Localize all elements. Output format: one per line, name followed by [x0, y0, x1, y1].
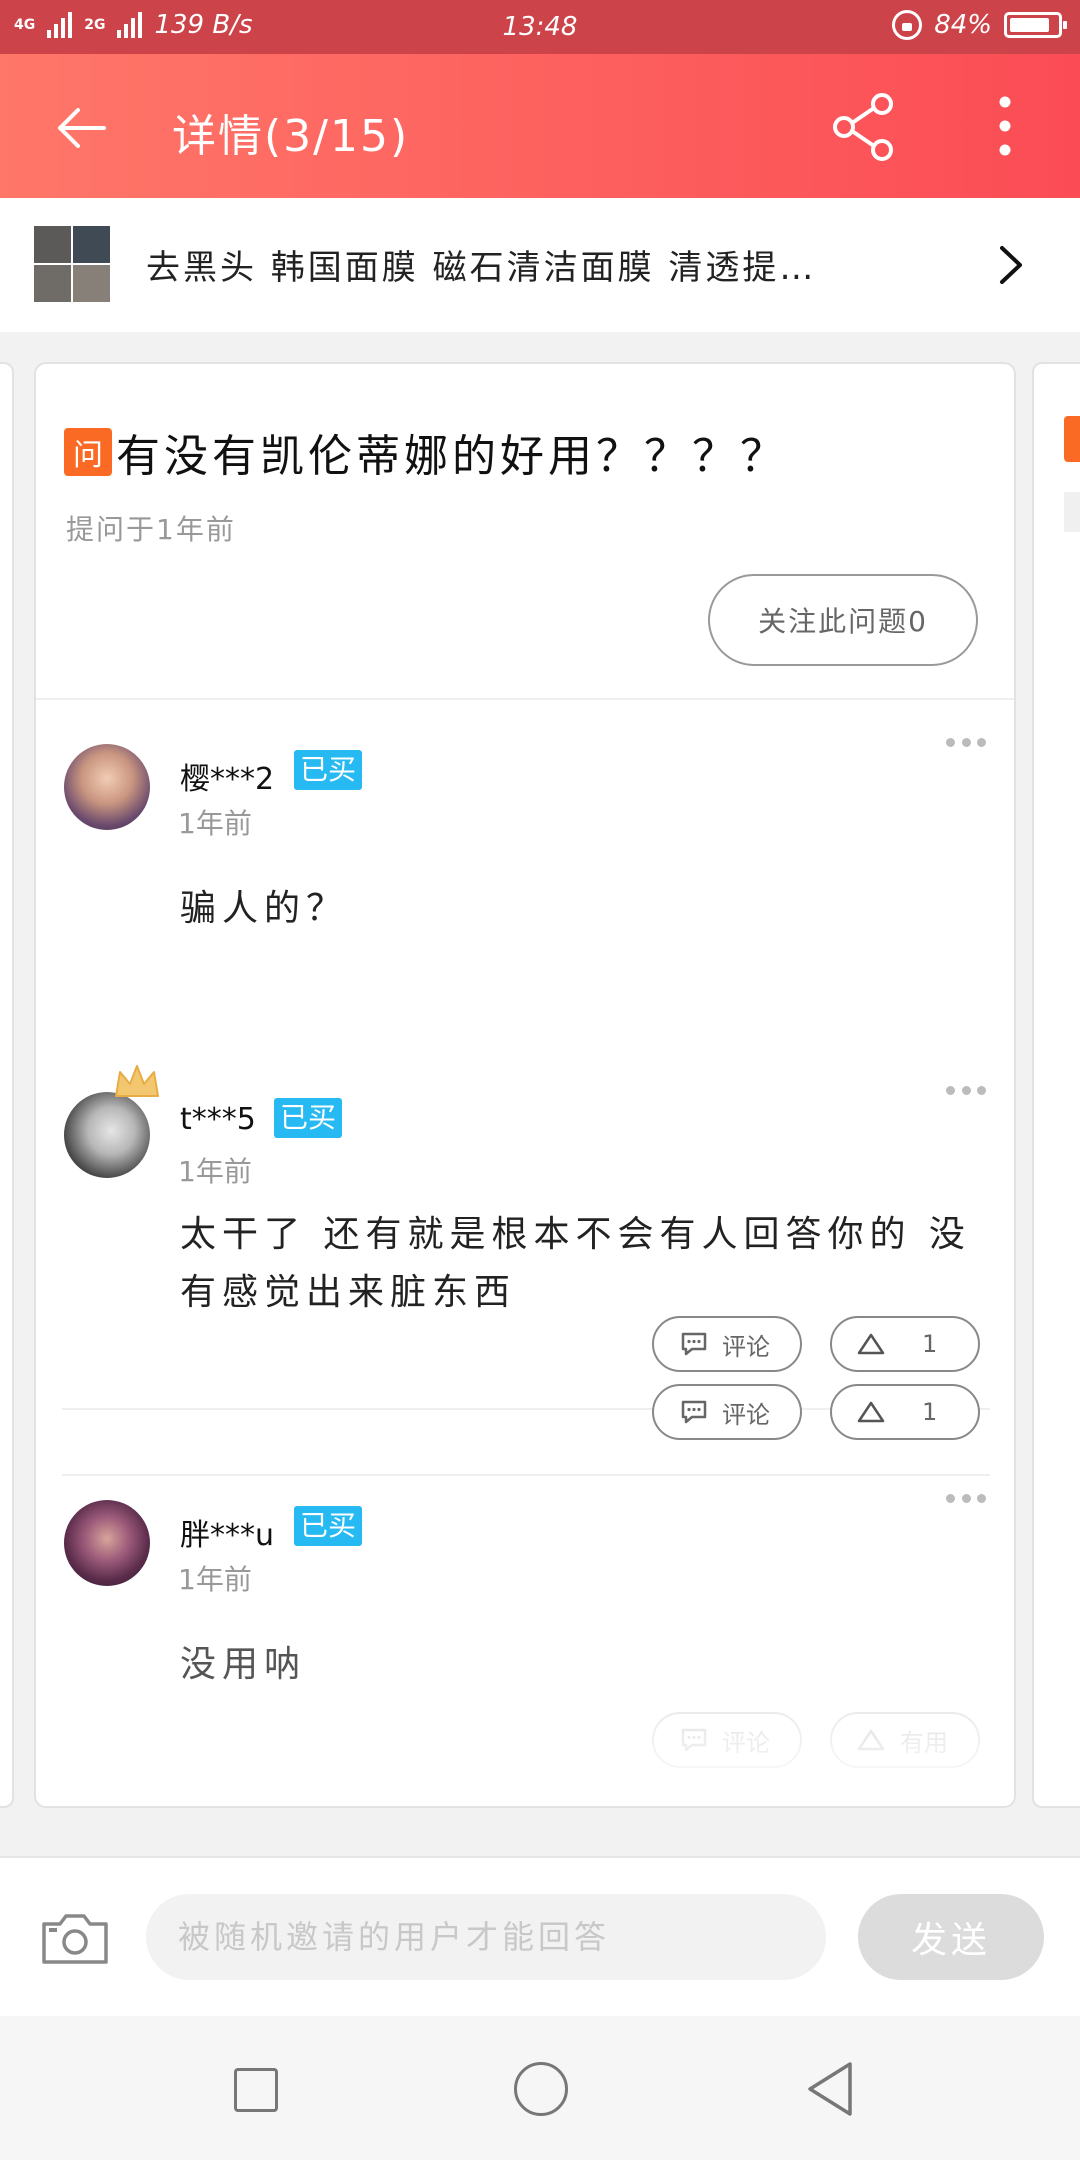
like-button[interactable]: 1	[830, 1316, 980, 1372]
answer-text: 骗人的？	[180, 888, 349, 929]
more-vertical-icon[interactable]	[990, 94, 1020, 158]
battery-icon	[1004, 12, 1067, 38]
nav-back-icon[interactable]	[804, 2060, 856, 2118]
like-count: 1	[922, 1398, 938, 1426]
bought-badge: 已买	[274, 1098, 343, 1138]
more-horizontal-icon[interactable]	[946, 1494, 986, 1506]
answer-text: 没用呐	[180, 1644, 307, 1685]
reply-input[interactable]	[146, 1894, 826, 1980]
product-bar[interactable]: 去黑头 韩国面膜 磁石清洁面膜 清透提…	[0, 198, 1080, 332]
product-title: 去黑头 韩国面膜 磁石清洁面膜 清透提…	[146, 248, 817, 288]
bought-badge: 已买	[294, 750, 363, 790]
crown-icon	[115, 1065, 159, 1097]
like-button[interactable]: 1	[830, 1384, 980, 1440]
next-card-text-placeholder	[1064, 492, 1080, 532]
question-badge: 问	[64, 428, 112, 476]
product-thumbnail	[34, 226, 110, 302]
comment-label: 评论	[722, 1332, 770, 1361]
avatar[interactable]	[64, 1092, 150, 1178]
bought-badge: 已买	[294, 1506, 363, 1546]
comment-icon	[681, 1332, 707, 1356]
follow-question-button[interactable]: 关注此问题0	[708, 574, 978, 666]
next-card-question-badge	[1064, 416, 1080, 462]
page-title: 详情(3/15)	[172, 111, 410, 162]
divider	[62, 1474, 990, 1476]
question-title-row: 问 有没有凯伦蒂娜的好用？？？？	[64, 420, 994, 484]
battery-percent: 84%	[934, 10, 992, 40]
share-icon[interactable]	[832, 92, 896, 162]
like-triangle-icon	[857, 1401, 885, 1423]
battery-fill	[1010, 18, 1049, 32]
camera-icon[interactable]	[40, 1910, 110, 1966]
like-count: 1	[922, 1330, 938, 1358]
avatar[interactable]	[64, 1500, 150, 1586]
back-arrow-icon[interactable]	[50, 98, 110, 158]
previous-card-peek[interactable]	[0, 362, 14, 1808]
send-button[interactable]: 发送	[858, 1894, 1044, 1980]
answer-author-name: 樱***2	[180, 762, 275, 797]
answer-time: 1年前	[178, 1563, 252, 1596]
nav-home-icon[interactable]	[514, 2062, 568, 2116]
like-triangle-icon	[857, 1333, 885, 1355]
status-right: 84%	[892, 10, 1067, 40]
answer-time: 1年前	[178, 1155, 252, 1188]
avatar[interactable]	[64, 744, 150, 830]
system-nav-bar	[0, 2016, 1080, 2160]
comment-label: 评论	[722, 1400, 770, 1429]
more-horizontal-icon[interactable]	[946, 738, 986, 750]
status-bar: 4G 2G 139 B/s 13:48 84%	[0, 0, 1080, 54]
reply-bar: 发送	[0, 1856, 1080, 2016]
answer-time: 1年前	[178, 807, 252, 840]
nav-recent-icon[interactable]	[234, 2068, 278, 2112]
more-horizontal-icon[interactable]	[946, 1086, 986, 1098]
comment-button[interactable]: 评论	[652, 1384, 802, 1440]
divider	[36, 698, 1014, 700]
answer-author-name: 胖***u	[180, 1518, 275, 1553]
chevron-right-icon	[1000, 246, 1022, 284]
rotation-lock-icon	[892, 10, 923, 40]
app-header: 详情(3/15)	[0, 54, 1080, 198]
question-meta: 提问于1年前	[66, 513, 236, 546]
scroll-fade	[36, 1708, 1014, 1806]
answer-text: 太干了 还有就是根本不会有人回答你的 没有感觉出来脏东西	[180, 1214, 971, 1313]
question-card: 问 有没有凯伦蒂娜的好用？？？？ 提问于1年前 关注此问题0 樱***2 已买 …	[34, 362, 1016, 1808]
question-title: 有没有凯伦蒂娜的好用？？？？	[116, 431, 788, 482]
comment-icon	[681, 1400, 707, 1424]
answer-author-name: t***5	[180, 1102, 256, 1137]
next-card-peek[interactable]	[1032, 362, 1080, 1808]
comment-button[interactable]: 评论	[652, 1316, 802, 1372]
